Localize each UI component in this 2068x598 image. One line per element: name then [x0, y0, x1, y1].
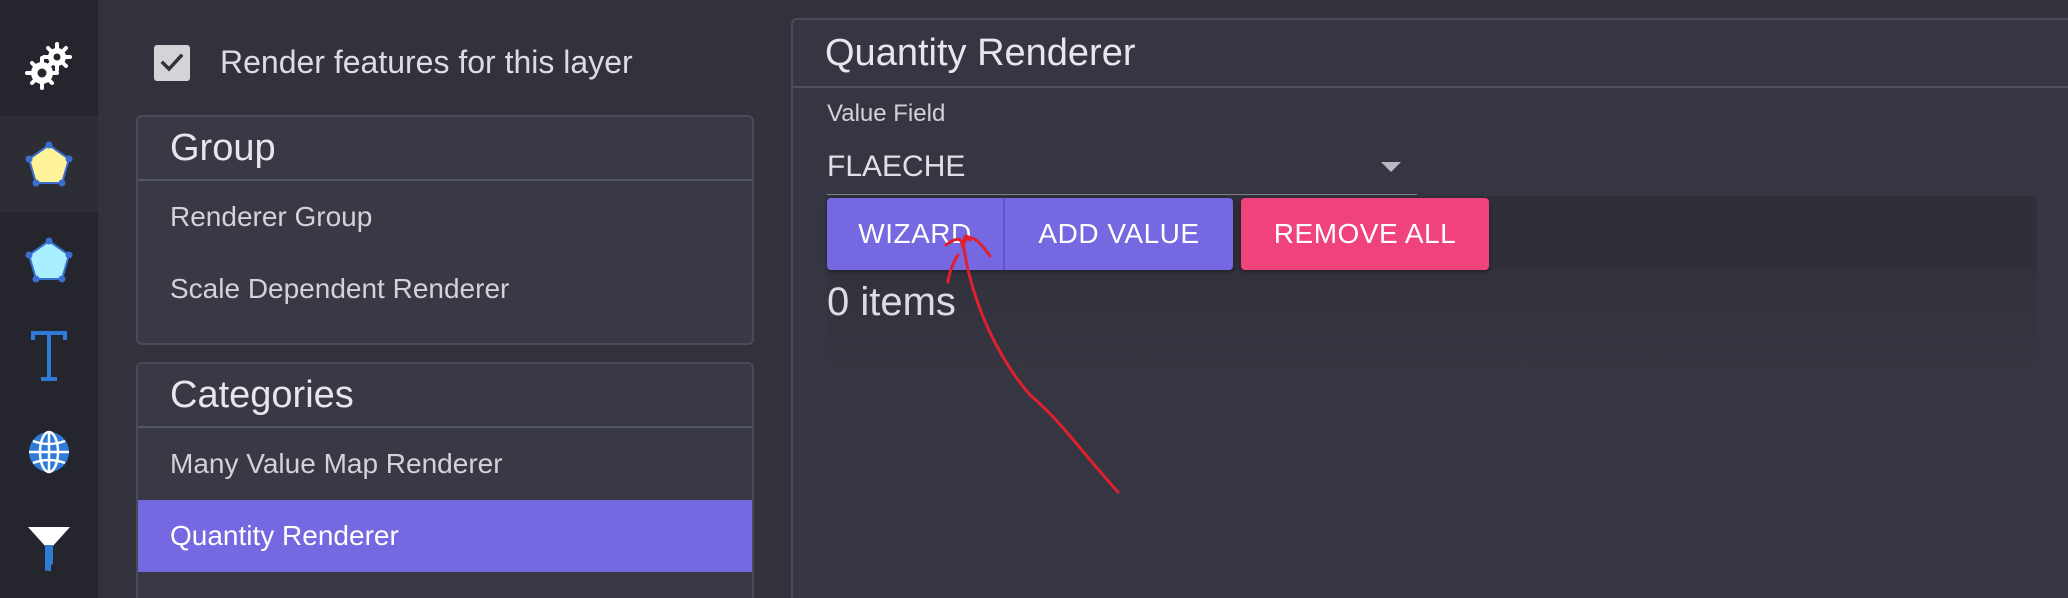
- remove-all-button[interactable]: REMOVE ALL: [1241, 198, 1489, 270]
- gears-icon: [24, 41, 74, 91]
- renderer-selector: Render features for this layer Group Ren…: [98, 0, 788, 598]
- rail-item-polygon-outline[interactable]: [0, 212, 98, 308]
- value-field-value: FLAECHE: [827, 150, 966, 183]
- value-field-select[interactable]: FLAECHE: [827, 140, 1417, 195]
- rail-item-geo[interactable]: [0, 404, 98, 500]
- render-features-label: Render features for this layer: [220, 44, 633, 80]
- values-list: [827, 270, 2037, 380]
- value-field-label: Value Field: [827, 100, 946, 127]
- items-count: 0 items: [827, 280, 956, 324]
- list-item-quantity-renderer[interactable]: Quantity Renderer: [138, 500, 752, 572]
- render-features-checkbox[interactable]: Render features for this layer: [154, 44, 633, 81]
- rail-item-filter[interactable]: [0, 500, 98, 596]
- wizard-button[interactable]: WIZARD: [827, 198, 1005, 270]
- polygon-cyan-icon: [24, 235, 74, 285]
- list-item-scale-dependent-renderer[interactable]: Scale Dependent Renderer: [138, 253, 752, 325]
- list-item-many-value-map-renderer[interactable]: Many Value Map Renderer: [138, 428, 752, 500]
- rail-item-polygon-style[interactable]: [0, 116, 98, 212]
- add-value-button[interactable]: ADD VALUE: [1005, 198, 1233, 270]
- quantity-renderer-panel: Quantity Renderer Value Field FLAECHE WI…: [791, 18, 2068, 598]
- quantity-renderer-title: Quantity Renderer: [793, 20, 2068, 88]
- rail-item-labels[interactable]: [0, 308, 98, 404]
- text-icon: [24, 329, 74, 383]
- group-panel: Group Renderer Group Scale Dependent Ren…: [136, 115, 754, 345]
- group-panel-title: Group: [138, 117, 752, 181]
- list-item-renderer-group[interactable]: Renderer Group: [138, 181, 752, 253]
- globe-icon: [24, 427, 74, 477]
- polygon-yellow-icon: [24, 139, 74, 189]
- icon-rail: [0, 0, 98, 598]
- app-root: Render features for this layer Group Ren…: [0, 0, 2068, 598]
- categories-panel: Categories Many Value Map Renderer Quant…: [136, 362, 754, 598]
- rail-item-general[interactable]: [0, 18, 98, 114]
- categories-panel-title: Categories: [138, 364, 752, 428]
- checkbox-checked-icon[interactable]: [154, 44, 190, 81]
- wizard-add-button-group: WIZARD ADD VALUE: [827, 198, 1233, 270]
- filter-icon: [24, 521, 74, 575]
- caret-down-icon: [1381, 162, 1401, 172]
